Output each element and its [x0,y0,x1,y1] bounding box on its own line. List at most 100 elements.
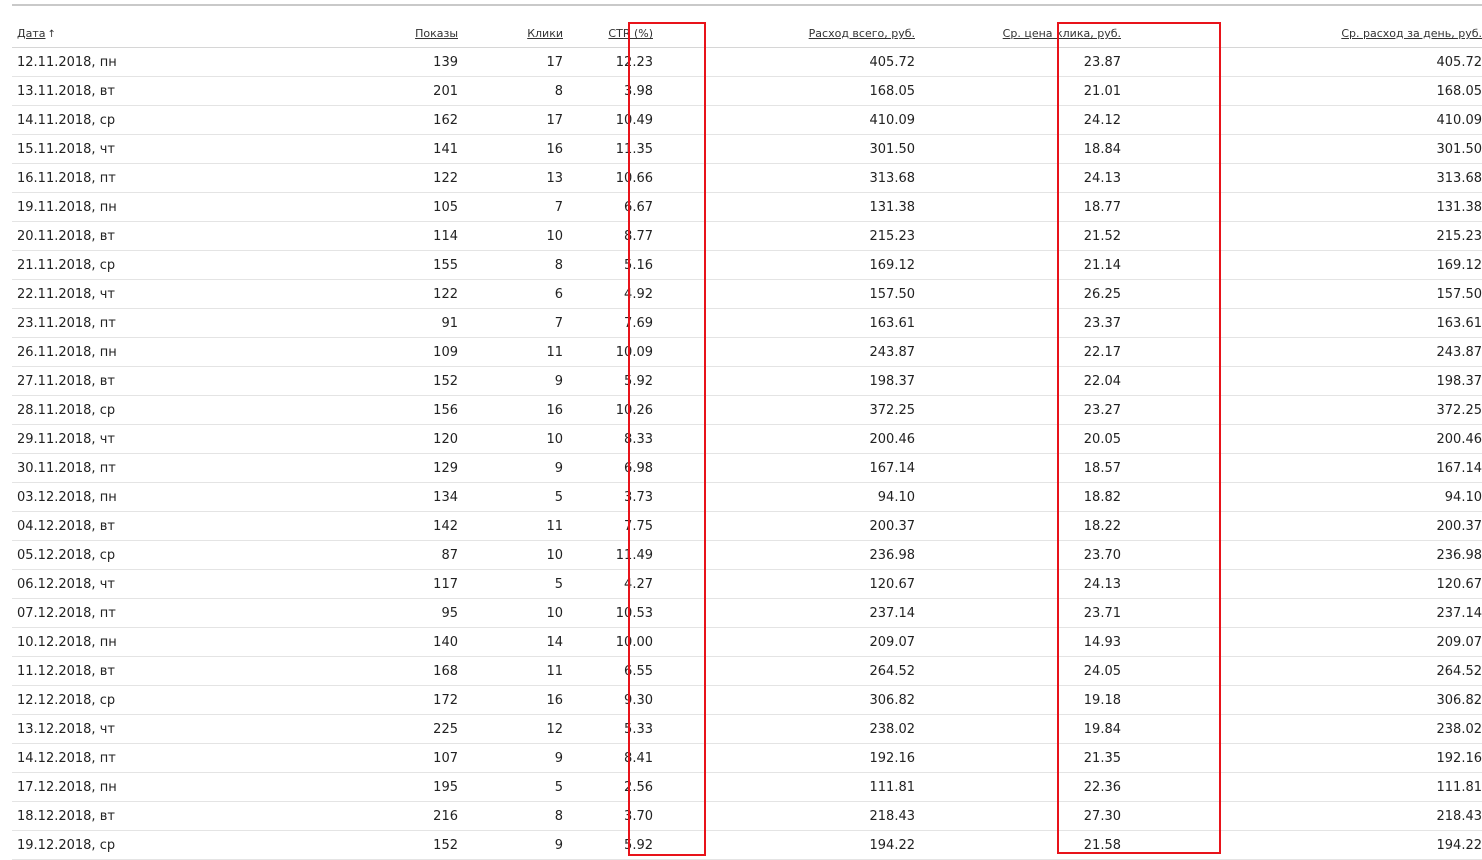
cell-avg-cpc: 23.87 [915,47,1171,77]
cell-clicks: 11 [458,337,563,367]
cell-avg-daily-cost: 131.38 [1171,192,1482,222]
cell-date: 05.12.2018, ср [12,540,212,570]
cell-impressions: 120 [212,424,458,454]
table-row: 07.12.2018, пт 95 10 10.53 237.14 23.71 237.14 [12,598,1482,628]
column-header-avg-cpc[interactable]: Ср. цена клика, руб. [915,20,1171,48]
cell-cost-total: 167.14 [679,453,915,483]
date-sort-link[interactable]: Дата [17,27,45,40]
cell-date: 23.11.2018, пт [12,308,212,338]
table-row: 03.12.2018, пн 134 5 3.73 94.10 18.82 94.10 [12,482,1482,512]
cell-date: 30.11.2018, пт [12,453,212,483]
cell-cost-total: 410.09 [679,105,915,135]
cell-cost-total: 301.50 [679,134,915,164]
cell-avg-cpc: 21.14 [915,250,1171,280]
cell-date: 26.11.2018, пн [12,337,212,367]
stats-table-header: Дата ↑ Показы Клики CTR (%) Расход всего,… [12,20,1482,48]
cell-clicks: 8 [458,76,563,106]
impressions-sort-link[interactable]: Показы [415,27,458,40]
cell-impressions: 117 [212,569,458,599]
cell-avg-cpc: 18.57 [915,453,1171,483]
cell-ctr: 12.23 [563,47,679,77]
cell-clicks: 6 [458,279,563,309]
cell-clicks: 5 [458,569,563,599]
table-row: 14.11.2018, ср 162 17 10.49 410.09 24.12 410.0… [12,105,1482,135]
cell-clicks: 5 [458,482,563,512]
table-row: 10.12.2018, пн 140 14 10.00 209.07 14.93 209.0… [12,627,1482,657]
cell-cost-total: 168.05 [679,76,915,106]
cell-ctr: 5.92 [563,366,679,396]
table-row: 13.11.2018, вт 201 8 3.98 168.05 21.01 168.05 [12,76,1482,106]
column-header-date[interactable]: Дата ↑ [12,20,212,48]
header-row: Дата ↑ Показы Клики CTR (%) Расход всего,… [12,20,1482,48]
cell-avg-cpc: 21.35 [915,743,1171,773]
cell-ctr: 3.98 [563,76,679,106]
cell-date: 27.11.2018, вт [12,366,212,396]
cell-avg-daily-cost: 236.98 [1171,540,1482,570]
table-row: 12.12.2018, ср 172 16 9.30 306.82 19.18 306.82 [12,685,1482,715]
cell-avg-daily-cost: 163.61 [1171,308,1482,338]
cell-date: 19.11.2018, пн [12,192,212,222]
cost-total-sort-link[interactable]: Расход всего, руб. [809,27,915,40]
cell-ctr: 5.33 [563,714,679,744]
cell-avg-daily-cost: 301.50 [1171,134,1482,164]
cell-avg-daily-cost: 192.16 [1171,743,1482,773]
cell-date: 20.11.2018, вт [12,221,212,251]
cell-ctr: 10.66 [563,163,679,193]
cell-cost-total: 215.23 [679,221,915,251]
cell-ctr: 8.41 [563,743,679,773]
cell-ctr: 4.27 [563,569,679,599]
cell-cost-total: 218.43 [679,801,915,831]
cell-avg-cpc: 21.01 [915,76,1171,106]
cell-ctr: 11.49 [563,540,679,570]
column-header-cost-total[interactable]: Расход всего, руб. [679,20,915,48]
cell-clicks: 12 [458,714,563,744]
avg-cpc-sort-link[interactable]: Ср. цена клика, руб. [1003,27,1121,40]
clicks-sort-link[interactable]: Клики [527,27,563,40]
table-row: 15.11.2018, чт 141 16 11.35 301.50 18.84 301.5… [12,134,1482,164]
table-row: 12.11.2018, пн 139 17 12.23 405.72 23.87 405.7… [12,47,1482,77]
top-divider [12,4,1482,6]
cell-avg-cpc: 18.22 [915,511,1171,541]
column-header-clicks[interactable]: Клики [458,20,563,48]
column-header-avg-daily-cost[interactable]: Ср. расход за день, руб. [1171,20,1482,48]
cell-avg-daily-cost: 372.25 [1171,395,1482,425]
cell-cost-total: 313.68 [679,163,915,193]
cell-impressions: 107 [212,743,458,773]
table-row: 14.12.2018, пт 107 9 8.41 192.16 21.35 192.16 [12,743,1482,773]
cell-clicks: 8 [458,250,563,280]
cell-ctr: 9.30 [563,685,679,715]
cell-clicks: 16 [458,685,563,715]
cell-date: 03.12.2018, пн [12,482,212,512]
cell-impressions: 152 [212,366,458,396]
cell-avg-daily-cost: 120.67 [1171,569,1482,599]
cell-date: 18.12.2018, вт [12,801,212,831]
cell-clicks: 9 [458,743,563,773]
cell-ctr: 10.09 [563,337,679,367]
table-row: 19.11.2018, пн 105 7 6.67 131.38 18.77 131.38 [12,192,1482,222]
table-row: 16.11.2018, пт 122 13 10.66 313.68 24.13 313.6… [12,163,1482,193]
cell-impressions: 105 [212,192,458,222]
avg-daily-cost-sort-link[interactable]: Ср. расход за день, руб. [1341,27,1482,40]
cell-impressions: 216 [212,801,458,831]
cell-avg-cpc: 18.82 [915,482,1171,512]
cell-date: 14.11.2018, ср [12,105,212,135]
cell-clicks: 11 [458,656,563,686]
cell-cost-total: 264.52 [679,656,915,686]
cell-impressions: 195 [212,772,458,802]
cell-cost-total: 243.87 [679,337,915,367]
column-header-impressions[interactable]: Показы [212,20,458,48]
cell-date: 29.11.2018, чт [12,424,212,454]
cell-impressions: 156 [212,395,458,425]
cell-date: 13.11.2018, вт [12,76,212,106]
cell-avg-cpc: 20.05 [915,424,1171,454]
cell-avg-daily-cost: 218.43 [1171,801,1482,831]
cell-impressions: 168 [212,656,458,686]
cell-ctr: 10.53 [563,598,679,628]
cell-date: 06.12.2018, чт [12,569,212,599]
ctr-sort-link[interactable]: CTR (%) [608,27,653,40]
cell-impressions: 225 [212,714,458,744]
cell-cost-total: 236.98 [679,540,915,570]
column-header-ctr[interactable]: CTR (%) [563,20,679,48]
cell-clicks: 9 [458,366,563,396]
cell-clicks: 10 [458,540,563,570]
